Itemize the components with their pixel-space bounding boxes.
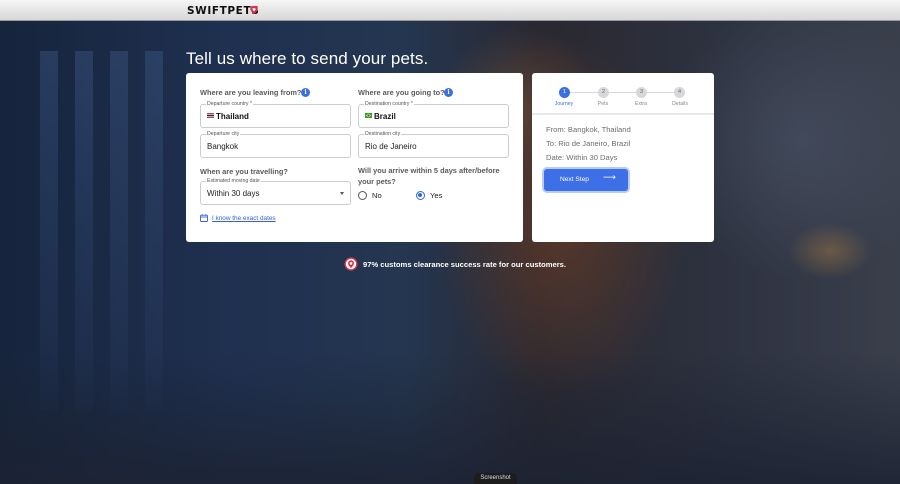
info-icon[interactable]: i [301,88,310,97]
destination-country-label: Destination country * [364,101,414,107]
radio-no[interactable] [358,191,367,200]
moving-date-value: Within 30 days [207,189,260,198]
exact-dates-link[interactable]: I know the exact dates [212,215,276,222]
brazil-flag-icon [365,113,372,118]
step-4-label: Details [672,101,688,107]
departure-country-field[interactable]: Departure country * Thailand [200,101,351,128]
screenshot-tag: Screenshot [474,473,517,484]
pin-heart-badge-icon [344,257,358,271]
arrow-right-icon: ⟶ [603,173,616,183]
logo-text[interactable]: SWIFTPETS [187,5,259,17]
destination-country-value: Brazil [374,112,396,121]
radio-yes-label[interactable]: Yes [430,191,442,200]
summary-to: To: Rio de Janeiro, Brazil [546,139,631,148]
radio-yes[interactable] [416,191,425,200]
page-title: Tell us where to send your pets. [186,49,429,68]
departure-country-label: Departure country * [206,101,253,107]
destination-country-field[interactable]: Destination country * Brazil [358,101,509,128]
step-2-circle[interactable]: 2 [598,87,609,98]
next-step-button[interactable]: Next Step ⟶ [544,169,628,191]
step-1-circle[interactable]: 1 [559,87,570,98]
step-3-circle[interactable]: 3 [636,87,647,98]
summary-date: Date: Within 30 Days [546,153,618,162]
top-header: SWIFTPETS [0,0,900,21]
step-connector [609,92,636,93]
arrive-question-line2: your pets? [358,177,396,186]
departure-country-value: Thailand [216,112,249,121]
destination-city-value: Rio de Janeiro [365,142,417,151]
next-step-label: Next Step [560,176,589,183]
step-2-label: Pets [597,101,609,107]
calendar-icon [200,214,208,222]
thailand-flag-icon [207,113,214,118]
step-4-circle[interactable]: 4 [674,87,685,98]
step-connector [570,92,598,93]
journey-form-card: Where are you leaving from? i Where are … [186,73,523,242]
destination-city-label: Destination city [364,131,402,137]
moving-date-select[interactable]: Estimated moving date Within 30 days [200,178,351,205]
going-question: Where are you going to? [358,88,445,97]
step-3-label: Extra [634,101,648,107]
pin-heart-icon [250,6,258,15]
journey-summary-card: 1 2 3 4 Journey Pets Extra Details From:… [532,73,714,242]
departure-city-label: Departure city [206,131,241,137]
destination-city-field[interactable]: Destination city Rio de Janeiro [358,131,509,158]
radio-no-label[interactable]: No [372,191,382,200]
info-icon[interactable]: i [444,88,453,97]
departure-city-value: Bangkok [207,142,239,151]
clearance-rate-text: 97% customs clearance success rate for o… [363,260,567,269]
leaving-question: Where are you leaving from? [200,88,302,97]
step-1-label: Journey [554,101,574,107]
progress-steps: 1 2 3 4 Journey Pets Extra Details [532,73,714,115]
step-connector [647,92,674,93]
arrive-question-line1: Will you arrive within 5 days after/befo… [358,166,500,175]
chevron-down-icon [340,192,344,195]
summary-from: From: Bangkok, Thailand [546,125,631,134]
moving-date-label: Estimated moving date [206,178,261,184]
travel-question: When are you travelling? [200,167,288,176]
departure-city-field[interactable]: Departure city Bangkok [200,131,351,158]
background-floor [0,351,900,484]
